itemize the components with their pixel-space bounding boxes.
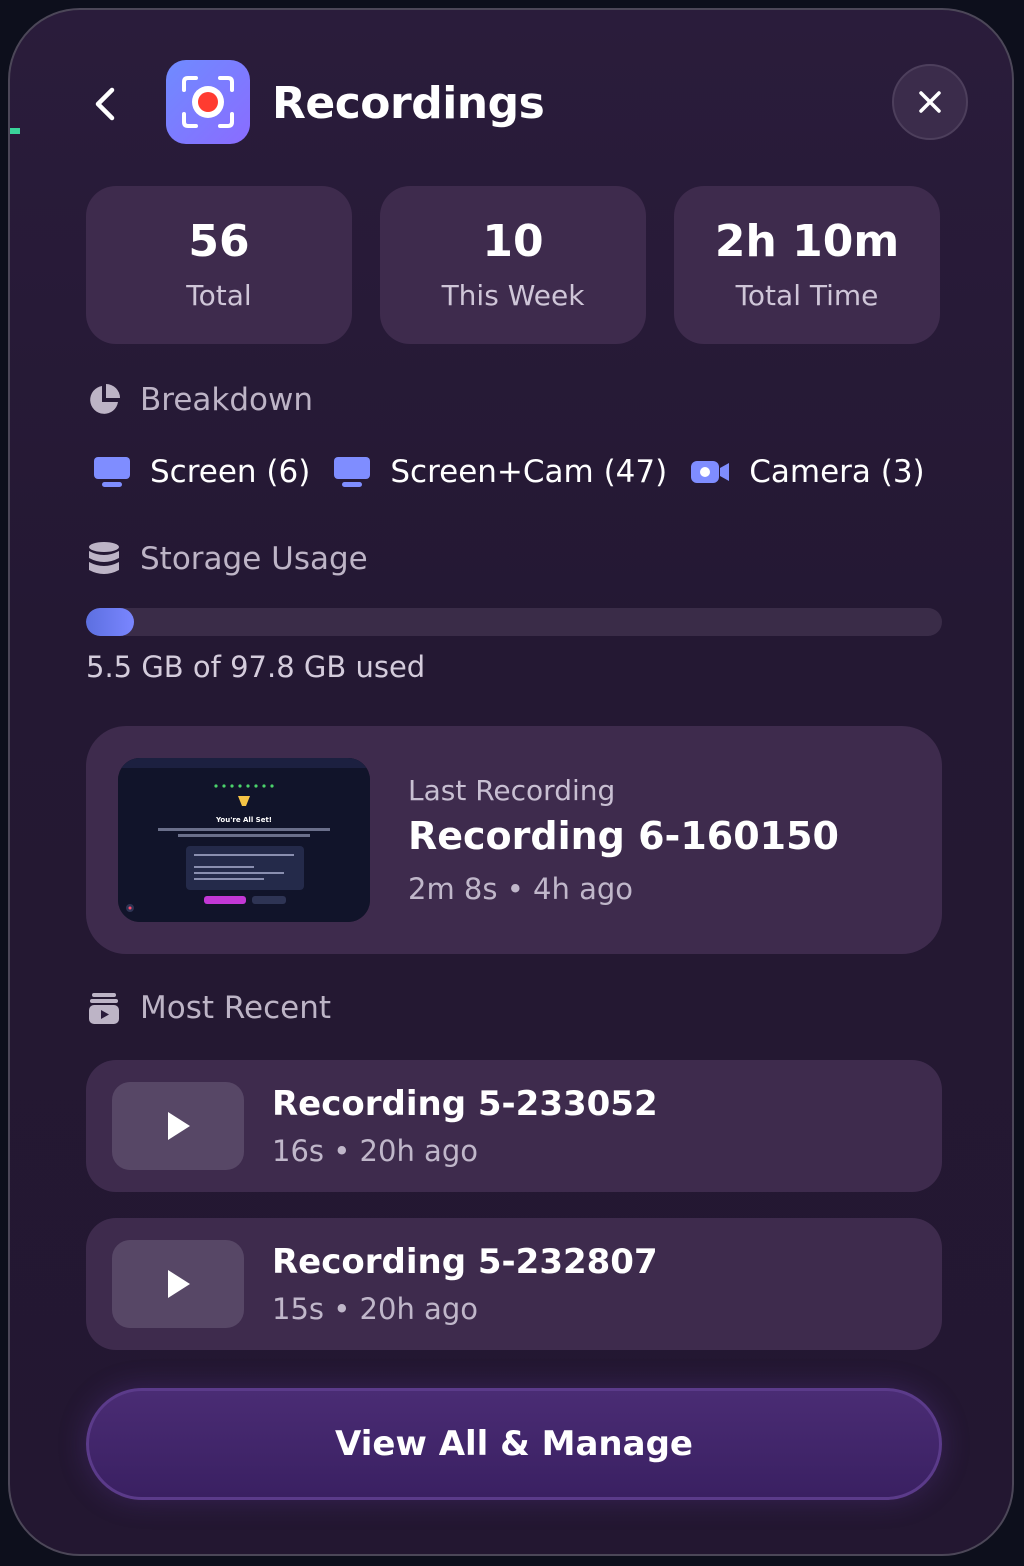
storage-heading: Storage Usage [86,540,368,578]
stat-label: Total Time [735,279,879,312]
storage-usage-text: 5.5 GB of 97.8 GB used [86,650,426,684]
storage-progress-fill [86,608,135,636]
last-recording-meta: 2m 8s • 4h ago [408,872,633,906]
stat-total: 56 Total [86,186,352,344]
record-icon [182,76,234,128]
app-icon [166,60,250,144]
recent-recording-meta: 15s • 20h ago [272,1292,478,1326]
breakdown-label: Screen+Cam (47) [390,454,668,490]
close-button[interactable] [892,64,968,140]
recent-recording-item[interactable]: Recording 5-233052 16s • 20h ago [86,1060,942,1192]
breakdown-list: Screen (6) Screen+Cam (47) Camera (3) [92,454,947,490]
stat-total-time: 2h 10m Total Time [674,186,940,344]
archive-icon [89,993,119,1024]
back-button[interactable] [84,82,128,126]
play-button[interactable] [112,1240,244,1328]
storage-progress-bar [86,608,942,636]
last-recording-name: Recording 6-160150 [408,814,839,858]
database-icon [89,542,119,574]
most-recent-heading: Most Recent [86,990,331,1026]
monitor-icon [334,457,371,487]
breakdown-label: Camera (3) [749,454,925,490]
breakdown-item-camera: Camera (3) [689,454,925,490]
chevron-left-icon [95,87,115,121]
recent-recording-name: Recording 5-233052 [272,1084,658,1124]
breakdown-heading: Breakdown [86,382,313,418]
stat-label: This Week [441,279,585,312]
stat-label: Total [186,279,252,312]
thumbnail-preview: You're All Set! [118,758,370,922]
breakdown-item-screen-cam: Screen+Cam (47) [332,454,667,490]
breakdown-title: Breakdown [140,382,313,418]
last-recording-label: Last Recording [408,774,616,807]
recordings-panel: Recordings 56 Total 10 This Week 2h 10m … [8,8,1014,1556]
pie-chart-icon [90,384,120,414]
monitor-icon [94,457,130,487]
video-camera-icon [691,461,730,483]
storage-title: Storage Usage [140,541,368,577]
recent-recording-meta: 16s • 20h ago [272,1134,478,1168]
thumbnail-heading: You're All Set! [215,816,272,824]
play-button[interactable] [112,1082,244,1170]
play-icon [168,1270,190,1298]
recent-recording-name: Recording 5-232807 [272,1242,658,1282]
most-recent-title: Most Recent [140,990,332,1026]
last-recording-thumbnail[interactable]: You're All Set! [118,758,370,922]
stat-value: 2h 10m [714,216,900,267]
stat-value: 10 [482,216,544,267]
play-icon [168,1112,190,1140]
recent-recording-item[interactable]: Recording 5-232807 15s • 20h ago [86,1218,942,1350]
stat-value: 56 [188,216,250,267]
view-all-manage-button[interactable]: View All & Manage [86,1388,942,1500]
last-recording-card[interactable]: You're All Set! Last Recording Recording… [86,726,942,954]
breakdown-item-screen: Screen (6) [92,454,310,490]
page-title: Recordings [272,78,545,129]
breakdown-label: Screen (6) [150,454,311,490]
close-icon [919,91,941,113]
stat-this-week: 10 This Week [380,186,646,344]
edge-accent [10,128,20,134]
